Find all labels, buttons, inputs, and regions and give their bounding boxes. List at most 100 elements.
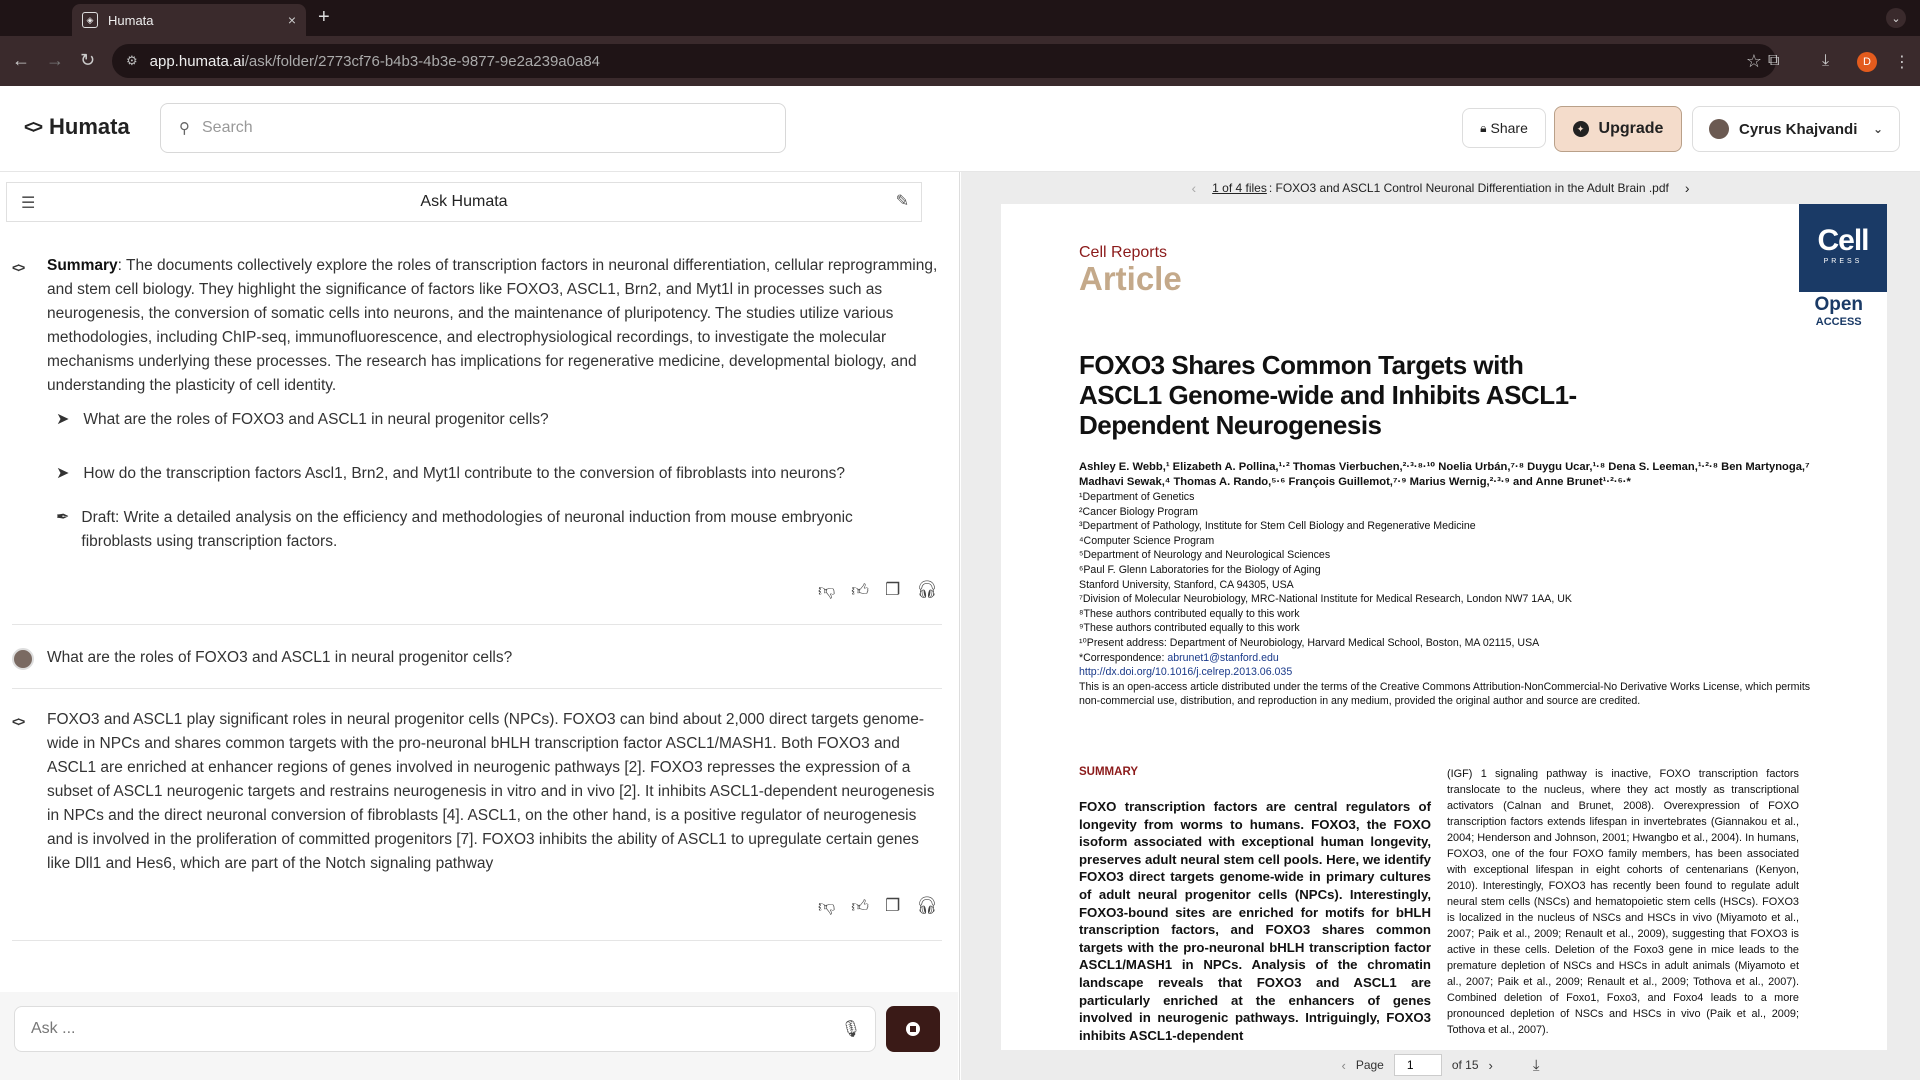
site-settings-icon[interactable]: ⚙ (126, 53, 138, 69)
share-button[interactable]: 🔒︎ Share (1462, 108, 1546, 148)
correspondence: *Correspondence: abrunet1@stanford.edu (1079, 651, 1815, 666)
draft-text: Draft: Write a detailed analysis on the … (81, 509, 853, 550)
affiliation: ⁴Computer Science Program (1079, 534, 1215, 547)
divider (12, 940, 942, 941)
tab-search-icon[interactable]: ⌄ (1886, 8, 1906, 28)
chat-header: ☰ Ask Humata ✎ (6, 182, 922, 222)
summary-body: FOXO transcription factors are central r… (1079, 799, 1431, 1043)
ask-box[interactable]: 🎙︎ (14, 1006, 876, 1052)
divider (12, 688, 942, 689)
summary-message: <> Summary: The documents collectively e… (12, 254, 942, 398)
upgrade-label: Upgrade (1598, 120, 1664, 137)
thumbs-up-icon[interactable]: 👍︎ (851, 896, 869, 917)
tab-close-icon[interactable]: × (288, 12, 296, 28)
page-label: Page (1355, 1058, 1384, 1072)
browser-tab[interactable]: ◈ Humata × (72, 4, 306, 36)
chat-title: Ask Humata (420, 193, 508, 210)
thumbs-down-icon[interactable]: 👎︎ (818, 896, 835, 917)
chevron-down-icon: ⌄ (1872, 122, 1883, 136)
doi-link[interactable]: http://dx.doi.org/10.1016/j.celrep.2013.… (1079, 665, 1815, 680)
download-icon[interactable]: ⤓ (1822, 52, 1829, 70)
download-pdf-icon[interactable]: ⤓ (1533, 1057, 1540, 1074)
search-box[interactable]: ⚲ (160, 103, 786, 153)
affiliation: ⁶Paul F. Glenn Laboratories for the Biol… (1079, 563, 1321, 576)
document-viewer: ‹ 1 of 4 files : FOXO3 and ASCL1 Control… (961, 172, 1920, 1080)
correspondence-label: *Correspondence: (1079, 651, 1168, 664)
send-arrow-icon: ➤ (56, 465, 70, 482)
edit-icon[interactable]: ✎ (896, 191, 909, 211)
copy-icon[interactable]: ❐ (885, 896, 900, 917)
page-total: of 15 (1451, 1058, 1479, 1072)
stop-button[interactable] (886, 1006, 940, 1052)
access-text: ACCESS (1815, 316, 1862, 328)
browser-profile-avatar[interactable]: D (1857, 52, 1877, 72)
app-header: <> Humata ⚲ 🔒︎ Share ✦ Upgrade Cyrus Kha… (0, 86, 1920, 172)
menu-icon[interactable]: ☰ (21, 193, 35, 213)
affiliation: ⁵Department of Neurology and Neurologica… (1079, 549, 1331, 562)
ask-area: 🎙︎ (0, 992, 958, 1080)
affiliation: ¹⁰Present address: Department of Neurobi… (1079, 636, 1540, 649)
logo-text: Humata (49, 114, 130, 139)
previous-page-icon[interactable]: ‹ (1341, 1058, 1345, 1073)
pdf-page: Cell Reports Article Cell PRESS Open ACC… (1001, 204, 1887, 1050)
page-controls: ‹ Page of 15 › ⤓ (961, 1050, 1920, 1080)
affiliation: ⁷Division of Molecular Neurobiology, MRC… (1079, 593, 1572, 606)
draft-suggestion[interactable]: ✒ Draft: Write a detailed analysis on th… (56, 506, 896, 554)
suggested-question[interactable]: ➤ How do the transcription factors Ascl1… (56, 462, 845, 486)
back-icon[interactable]: ← (12, 50, 30, 71)
affiliation: ¹Department of Genetics (1079, 491, 1195, 503)
summary-body: : The documents collectively explore the… (47, 257, 938, 394)
microphone-icon[interactable]: 🎙︎ (841, 1019, 861, 1039)
file-navigator: ‹ 1 of 4 files : FOXO3 and ASCL1 Control… (961, 172, 1920, 204)
answer-message: <> FOXO3 and ASCL1 play significant role… (12, 708, 942, 876)
address-bar[interactable]: ⚙ app.humata.ai/ask/folder/2773cf76-b4b3… (112, 44, 1776, 78)
upgrade-icon: ✦ (1572, 121, 1589, 137)
chat-panel: ☰ Ask Humata ✎ <> Summary: The documents… (0, 172, 960, 1080)
bookmark-star-icon[interactable]: ☆ (1746, 51, 1762, 72)
new-tab-button[interactable]: + (318, 6, 330, 29)
article-type: Article (1079, 260, 1182, 297)
humata-bot-icon: <> (12, 714, 25, 729)
forward-icon[interactable]: → (46, 50, 64, 71)
file-name: : FOXO3 and ASCL1 Control Neuronal Diffe… (1268, 181, 1669, 195)
tab-title: Humata (108, 12, 154, 28)
intro-column: (IGF) 1 signaling pathway is inactive, F… (1447, 768, 1799, 1036)
feedback-row: 👎︎ 👍︎ ❐ 🎧︎ (818, 580, 938, 601)
thumbs-down-icon[interactable]: 👎︎ (818, 580, 835, 601)
previous-file-icon[interactable]: ‹ (1191, 180, 1196, 196)
next-file-icon[interactable]: › (1685, 180, 1690, 196)
summary-heading: SUMMARY (1079, 766, 1138, 778)
reload-icon[interactable]: ↻ (80, 50, 95, 71)
headphones-icon[interactable]: 🎧︎ (916, 896, 938, 917)
affiliation: ⁸These authors contributed equally to th… (1079, 607, 1300, 620)
user-menu-button[interactable]: Cyrus Khajvandi ⌄ (1692, 106, 1900, 152)
headphones-icon[interactable]: 🎧︎ (916, 580, 938, 601)
search-input[interactable] (202, 119, 748, 137)
correspondence-email[interactable]: abrunet1@stanford.edu (1167, 652, 1278, 664)
extensions-icon[interactable]: ⧉ (1768, 52, 1779, 70)
page-number-input[interactable] (1393, 1054, 1442, 1076)
humata-logo[interactable]: <> Humata (24, 114, 130, 140)
affiliation: Stanford University, Stanford, CA 94305,… (1079, 578, 1294, 591)
suggested-question[interactable]: ➤ What are the roles of FOXO3 and ASCL1 … (56, 408, 549, 432)
browser-tab-bar: ◈ Humata × + ⌄ (0, 0, 1920, 36)
quill-pen-icon: ✒ (56, 509, 70, 526)
next-page-icon[interactable]: › (1489, 1058, 1493, 1073)
upgrade-button[interactable]: ✦ Upgrade (1554, 106, 1682, 152)
thumbs-up-icon[interactable]: 👍︎ (851, 580, 869, 601)
send-arrow-icon: ➤ (56, 411, 70, 428)
avatar (1709, 119, 1729, 139)
affiliation: ²Cancer Biology Program (1079, 505, 1198, 518)
suggestion-text: What are the roles of FOXO3 and ASCL1 in… (83, 411, 549, 428)
file-counter[interactable]: 1 of 4 files (1212, 181, 1267, 195)
affiliation: ⁹These authors contributed equally to th… (1079, 622, 1300, 635)
affiliation: ³Department of Pathology, Institute for … (1079, 520, 1476, 533)
summary-text: Summary: The documents collectively expl… (47, 254, 942, 398)
logo-cell-text: Cell (1817, 224, 1869, 257)
copy-icon[interactable]: ❐ (885, 580, 900, 601)
search-icon: ⚲ (179, 120, 190, 137)
logo-press-text: PRESS (1823, 258, 1863, 265)
browser-menu-icon[interactable]: ⋮ (1894, 52, 1910, 72)
ask-input[interactable] (31, 1020, 791, 1038)
url-path: /ask/folder/2773cf76-b4b3-4b3e-9877-9e2a… (244, 52, 601, 70)
